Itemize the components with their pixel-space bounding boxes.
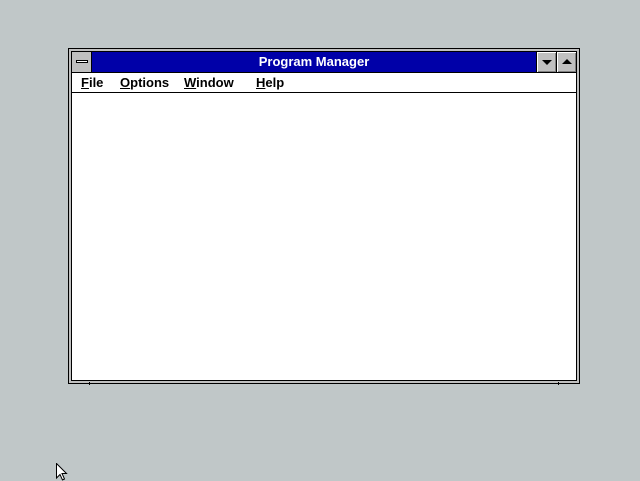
minimize-button[interactable] (536, 52, 556, 72)
menu-help-label: elp (265, 75, 285, 90)
menu-help-mnemonic: H (256, 75, 266, 90)
program-manager-window[interactable]: Program Manager File Options Window Help (68, 48, 580, 385)
menu-help[interactable]: Help (256, 73, 284, 92)
system-menu-button[interactable] (72, 52, 92, 72)
menu-bar: File Options Window Help (72, 73, 576, 93)
client-area[interactable] (72, 93, 576, 380)
triangle-up-icon (562, 59, 572, 64)
resize-mark-left (89, 382, 90, 385)
triangle-down-icon (542, 60, 552, 65)
menu-window-label: indow (196, 75, 234, 90)
menu-options-label: ptions (130, 75, 170, 90)
menu-file-mnemonic: F (81, 75, 89, 90)
maximize-button[interactable] (556, 52, 576, 72)
window-frame: Program Manager File Options Window Help (71, 51, 577, 381)
mouse-pointer-icon (56, 463, 68, 481)
resize-mark-right (558, 382, 559, 385)
menu-options-mnemonic: O (120, 75, 131, 90)
menu-file[interactable]: File (81, 73, 103, 92)
title-bar[interactable]: Program Manager (72, 52, 576, 73)
menu-window[interactable]: Window (184, 73, 234, 92)
menu-window-mnemonic: W (184, 75, 197, 90)
window-title: Program Manager (258, 54, 370, 69)
system-menu-icon (76, 60, 88, 63)
menu-file-label: ile (88, 75, 104, 90)
menu-options[interactable]: Options (120, 73, 169, 92)
